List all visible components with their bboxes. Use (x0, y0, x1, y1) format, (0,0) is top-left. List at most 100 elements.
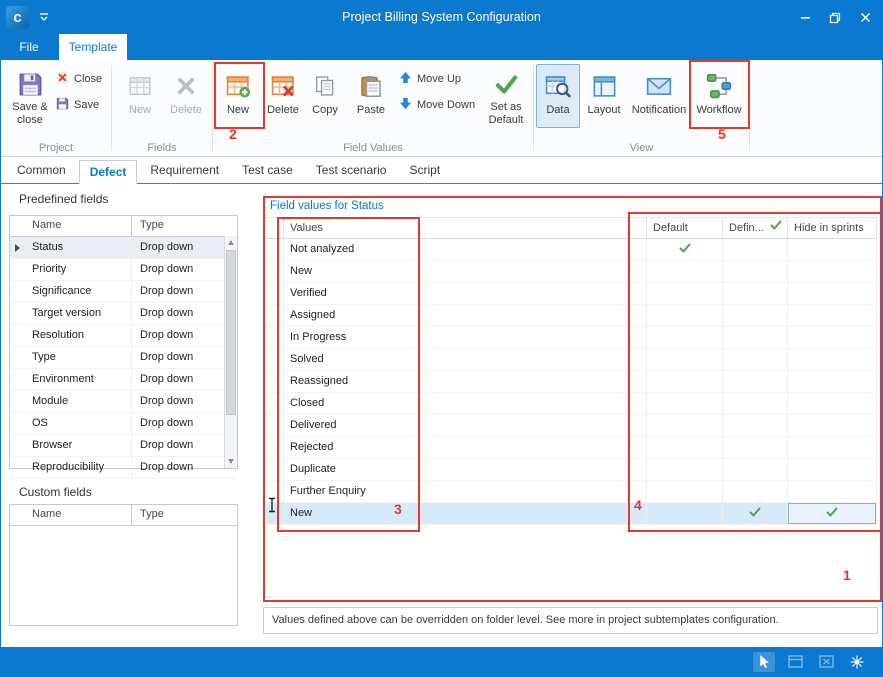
default-checkbox-cell[interactable] (647, 503, 723, 524)
view-workflow-button[interactable]: Workflow (692, 64, 746, 128)
hide-in-sprints-checkbox-cell[interactable] (788, 239, 877, 260)
hide-in-sprints-checkbox-cell[interactable] (788, 503, 877, 524)
default-checkbox-cell[interactable] (647, 481, 723, 502)
defined-checkbox-cell[interactable] (723, 327, 788, 348)
field-name-cell[interactable]: Reproducibility (24, 457, 132, 478)
value-row[interactable]: Not analyzed (266, 239, 877, 261)
defined-checkbox-cell[interactable] (723, 261, 788, 282)
scroll-down-icon[interactable] (228, 459, 234, 464)
value-row[interactable]: New (266, 503, 877, 525)
value-row[interactable]: Reassigned (266, 371, 877, 393)
predefined-field-row[interactable]: Target version Drop down (10, 303, 237, 325)
values-new-button[interactable]: New (217, 64, 259, 128)
value-name-cell[interactable]: New (284, 503, 647, 524)
hide-in-sprints-checkbox-cell[interactable] (788, 349, 877, 370)
view-data-button[interactable]: Data (536, 64, 580, 128)
values-delete-button[interactable]: Delete (261, 64, 305, 128)
field-type-cell[interactable]: Drop down (132, 259, 237, 280)
view-layout-button[interactable]: Layout (582, 64, 626, 128)
value-name-cell[interactable]: Further Enquiry (284, 481, 647, 502)
value-name-cell[interactable]: Rejected (284, 437, 647, 458)
copy-button[interactable]: Copy (305, 64, 345, 128)
default-checkbox-cell[interactable] (647, 239, 723, 260)
fields-delete-button[interactable]: Delete (164, 64, 208, 128)
defined-checkbox-cell[interactable] (723, 481, 788, 502)
defined-checkbox-cell[interactable] (723, 393, 788, 414)
default-checkbox-cell[interactable] (647, 459, 723, 480)
default-checkbox-cell[interactable] (647, 261, 723, 282)
paste-button[interactable]: Paste (349, 64, 393, 128)
category-tab[interactable]: Common (7, 159, 76, 183)
defined-checkbox-cell[interactable] (723, 349, 788, 370)
close-window-button[interactable] (850, 1, 880, 34)
hide-in-sprints-checkbox-cell[interactable] (788, 261, 877, 282)
value-name-cell[interactable]: In Progress (284, 327, 647, 348)
field-name-cell[interactable]: Priority (24, 259, 132, 280)
vertical-scrollbar[interactable] (224, 236, 237, 468)
value-row[interactable]: Rejected (266, 437, 877, 459)
category-tab[interactable]: Test scenario (306, 159, 397, 183)
defined-checkbox-cell[interactable] (723, 437, 788, 458)
fields-new-button[interactable]: New (120, 64, 160, 128)
hide-in-sprints-checkbox-cell[interactable] (788, 415, 877, 436)
value-name-cell[interactable]: Delivered (284, 415, 647, 436)
field-type-cell[interactable]: Drop down (132, 347, 237, 368)
value-name-cell[interactable]: Assigned (284, 305, 647, 326)
predefined-field-row[interactable]: Browser Drop down (10, 435, 237, 457)
close-view-icon[interactable] (815, 652, 837, 672)
field-name-cell[interactable]: Environment (24, 369, 132, 390)
value-name-cell[interactable]: Solved (284, 349, 647, 370)
field-name-cell[interactable]: Browser (24, 435, 132, 456)
hide-in-sprints-checkbox-cell[interactable] (788, 305, 877, 326)
default-checkbox-cell[interactable] (647, 283, 723, 304)
tab-template[interactable]: Template (59, 34, 127, 60)
category-tab[interactable]: Test case (232, 159, 303, 183)
defined-checkbox-cell[interactable] (723, 415, 788, 436)
predefined-field-row[interactable]: Resolution Drop down (10, 325, 237, 347)
default-checkbox-cell[interactable] (647, 349, 723, 370)
value-row[interactable]: Delivered (266, 415, 877, 437)
hide-in-sprints-checkbox-cell[interactable] (788, 437, 877, 458)
field-name-cell[interactable]: OS (24, 413, 132, 434)
defined-checkbox-cell[interactable] (723, 239, 788, 260)
move-down-button[interactable]: Move Down (399, 94, 475, 116)
hide-in-sprints-checkbox-cell[interactable] (788, 283, 877, 304)
field-type-cell[interactable]: Drop down (132, 457, 237, 478)
hide-in-sprints-checkbox-cell[interactable] (788, 481, 877, 502)
move-up-button[interactable]: Move Up (399, 68, 461, 90)
defined-checkbox-cell[interactable] (723, 283, 788, 304)
close-button[interactable]: Close (56, 68, 102, 90)
default-checkbox-cell[interactable] (647, 371, 723, 392)
field-type-cell[interactable]: Drop down (132, 413, 237, 434)
predefined-field-row[interactable]: Significance Drop down (10, 281, 237, 303)
predefined-field-row[interactable]: Status Drop down (10, 237, 237, 259)
category-tab[interactable]: Defect (79, 160, 138, 184)
defined-checkbox-cell[interactable] (723, 305, 788, 326)
field-type-cell[interactable]: Drop down (132, 369, 237, 390)
category-tab[interactable]: Script (399, 159, 450, 183)
view-notification-button[interactable]: Notification (628, 64, 690, 128)
maximize-button[interactable] (820, 1, 850, 34)
value-row[interactable]: Verified (266, 283, 877, 305)
predefined-field-row[interactable]: OS Drop down (10, 413, 237, 435)
hide-in-sprints-checkbox-cell[interactable] (788, 327, 877, 348)
value-row[interactable]: New (266, 261, 877, 283)
default-checkbox-cell[interactable] (647, 305, 723, 326)
value-name-cell[interactable]: New (284, 261, 647, 282)
defined-checkbox-cell[interactable] (723, 459, 788, 480)
grid-view-icon[interactable] (784, 652, 806, 672)
field-name-cell[interactable]: Status (24, 237, 132, 258)
value-name-cell[interactable]: Reassigned (284, 371, 647, 392)
cursor-mode-icon[interactable] (753, 652, 775, 672)
value-row[interactable]: Duplicate (266, 459, 877, 481)
field-name-cell[interactable]: Type (24, 347, 132, 368)
default-checkbox-cell[interactable] (647, 393, 723, 414)
predefined-field-row[interactable]: Type Drop down (10, 347, 237, 369)
set-as-default-button[interactable]: Set as Default (481, 64, 531, 128)
predefined-field-row[interactable]: Priority Drop down (10, 259, 237, 281)
hide-in-sprints-checkbox-cell[interactable] (788, 393, 877, 414)
scrollbar-thumb[interactable] (226, 250, 236, 415)
field-name-cell[interactable]: Resolution (24, 325, 132, 346)
snowflake-icon[interactable] (846, 652, 868, 672)
field-type-cell[interactable]: Drop down (132, 281, 237, 302)
